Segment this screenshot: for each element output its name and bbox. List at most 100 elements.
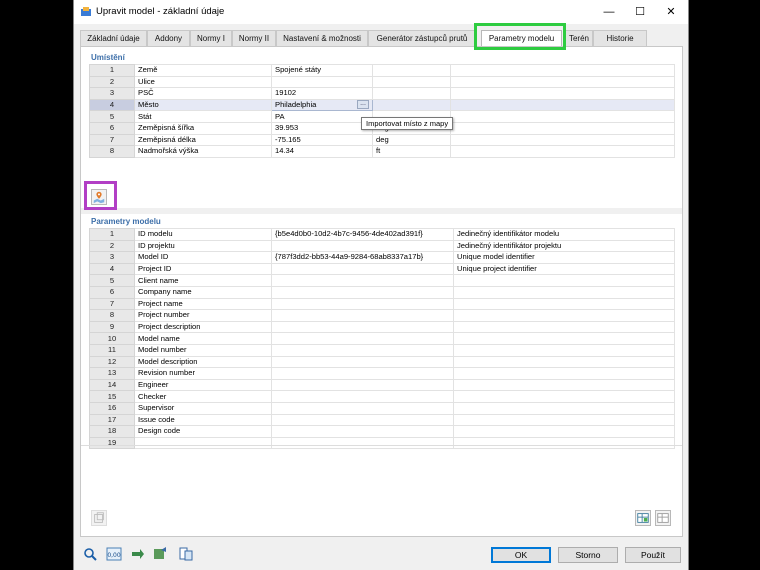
row-number: 1 (89, 228, 135, 241)
param-name: Zeměpisná délka (134, 133, 272, 147)
apply-button[interactable]: Použít (625, 547, 681, 563)
param-value[interactable] (271, 425, 454, 438)
param-description (453, 343, 675, 357)
tab-generator[interactable]: Generátor zástupců prutů (368, 30, 476, 46)
table-row[interactable]: 13 Revision number (89, 367, 675, 380)
tab-nastaveni[interactable]: Nastavení & možnosti (276, 30, 368, 46)
table-row[interactable]: 3 Model ID {787f3dd2-bb53-44a9-9284-68ab83… (89, 251, 675, 264)
param-name: Země (134, 64, 272, 77)
table-row[interactable]: 9 Project description (89, 320, 675, 334)
table-row[interactable]: 8 Nadmořská výška 14.34 ft (89, 145, 675, 158)
param-name: Project name (134, 297, 272, 311)
close-button[interactable]: ✕ (662, 4, 680, 20)
param-value[interactable]: 14.34 (271, 145, 373, 158)
table-bottom-border (81, 445, 682, 446)
param-name: Stát (134, 110, 272, 123)
param-name: Engineer (134, 378, 272, 392)
export-table-button[interactable] (635, 510, 651, 526)
param-value[interactable]: {b5e4d0b0-10d2-4b7c-9456-4de402ad391f} (271, 228, 454, 241)
param-value[interactable] (271, 378, 454, 392)
location-table: 1 Země Spojené státy 2 Ulice 3 PSČ 19102 4 Měs… (89, 64, 675, 158)
tab-addony[interactable]: Addony (147, 30, 190, 46)
param-name: Design code (134, 425, 272, 438)
param-value[interactable]: {787f3dd2-bb53-44a9-9284-68ab8337a17b} (271, 251, 454, 264)
param-value[interactable] (271, 320, 454, 334)
window-title: Upravit model - základní údaje (96, 6, 225, 17)
import-table-button[interactable] (655, 510, 671, 526)
param-value[interactable] (271, 332, 454, 345)
empty-cell (450, 87, 675, 100)
table-row[interactable]: 1 ID modelu {b5e4d0b0-10d2-4b7c-9456-4de40… (89, 228, 675, 241)
table-row[interactable]: 2 Ulice (89, 75, 675, 89)
param-name: Issue code (134, 413, 272, 427)
row-number: 16 (89, 401, 135, 415)
city-input-text[interactable]: Philadelphia (275, 100, 316, 109)
param-description (453, 355, 675, 369)
tab-teren[interactable]: Terén (565, 30, 593, 46)
param-value[interactable] (271, 285, 454, 299)
table-row[interactable]: 10 Model name (89, 332, 675, 345)
maximize-button[interactable]: ☐ (631, 4, 649, 20)
param-value[interactable] (271, 309, 454, 322)
check-settings-icon[interactable] (152, 546, 168, 562)
param-name: Model number (134, 343, 272, 357)
table-row-selected[interactable]: 4 Město Philadelphia... (89, 98, 675, 112)
cancel-button[interactable]: Storno (558, 547, 618, 563)
param-unit (372, 98, 451, 112)
search-icon[interactable] (82, 546, 98, 562)
param-unit (372, 75, 451, 89)
param-name: Supervisor (134, 401, 272, 415)
tab-zakladni-udaje[interactable]: Základní údaje (80, 30, 147, 46)
param-name: Checker (134, 390, 272, 403)
table-row[interactable]: 15 Checker (89, 390, 675, 403)
tab-normy-1[interactable]: Normy I (190, 30, 232, 46)
report-icon[interactable] (178, 546, 194, 562)
table-row[interactable]: 4 Project ID Unique project identifier (89, 262, 675, 276)
param-value[interactable] (271, 239, 454, 253)
tab-normy-2[interactable]: Normy II (232, 30, 276, 46)
row-number: 17 (89, 413, 135, 427)
table-row[interactable]: 11 Model number (89, 343, 675, 357)
param-value[interactable]: Spojené státy (271, 64, 373, 77)
table-row[interactable]: 2 ID projektu Jedinečný identifikátor proj… (89, 239, 675, 253)
import-from-map-button[interactable]: ... (357, 100, 369, 110)
copy-disabled-button[interactable] (91, 510, 107, 526)
table-row[interactable]: 12 Model description (89, 355, 675, 369)
table-row[interactable]: 18 Design code (89, 425, 675, 438)
row-number: 5 (89, 274, 135, 287)
param-value[interactable] (271, 436, 454, 450)
transfer-icon[interactable] (130, 546, 146, 562)
param-value[interactable] (271, 274, 454, 287)
table-row[interactable]: 17 Issue code (89, 413, 675, 427)
table-row[interactable]: 5 Client name (89, 274, 675, 287)
param-value[interactable] (271, 262, 454, 276)
model-params-section-title: Parametry modelu (91, 217, 161, 226)
param-value[interactable]: PA (271, 110, 373, 123)
param-value[interactable]: 39.953 (271, 121, 373, 135)
param-value[interactable] (271, 75, 373, 89)
table-row[interactable]: 19 (89, 436, 675, 450)
city-input[interactable]: Philadelphia... (271, 98, 373, 112)
table-row[interactable]: 7 Zeměpisná délka -75.165 deg (89, 133, 675, 147)
param-value[interactable] (271, 367, 454, 380)
units-icon[interactable]: 0,00 (106, 546, 122, 562)
param-value[interactable]: 19102 (271, 87, 373, 100)
param-value[interactable] (271, 401, 454, 415)
minimize-button[interactable]: — (600, 4, 618, 20)
ok-button[interactable]: OK (491, 547, 551, 563)
table-row[interactable]: 8 Project number (89, 309, 675, 322)
param-value[interactable] (271, 297, 454, 311)
table-row[interactable]: 1 Země Spojené státy (89, 64, 675, 77)
table-row[interactable]: 6 Company name (89, 285, 675, 299)
tab-historie[interactable]: Historie (593, 30, 647, 46)
param-value[interactable] (271, 343, 454, 357)
table-row[interactable]: 7 Project name (89, 297, 675, 311)
highlight-map-button (84, 181, 117, 210)
param-value[interactable]: -75.165 (271, 133, 373, 147)
table-row[interactable]: 3 PSČ 19102 (89, 87, 675, 100)
param-value[interactable] (271, 390, 454, 403)
table-row[interactable]: 14 Engineer (89, 378, 675, 392)
param-value[interactable] (271, 413, 454, 427)
param-value[interactable] (271, 355, 454, 369)
table-row[interactable]: 16 Supervisor (89, 401, 675, 415)
